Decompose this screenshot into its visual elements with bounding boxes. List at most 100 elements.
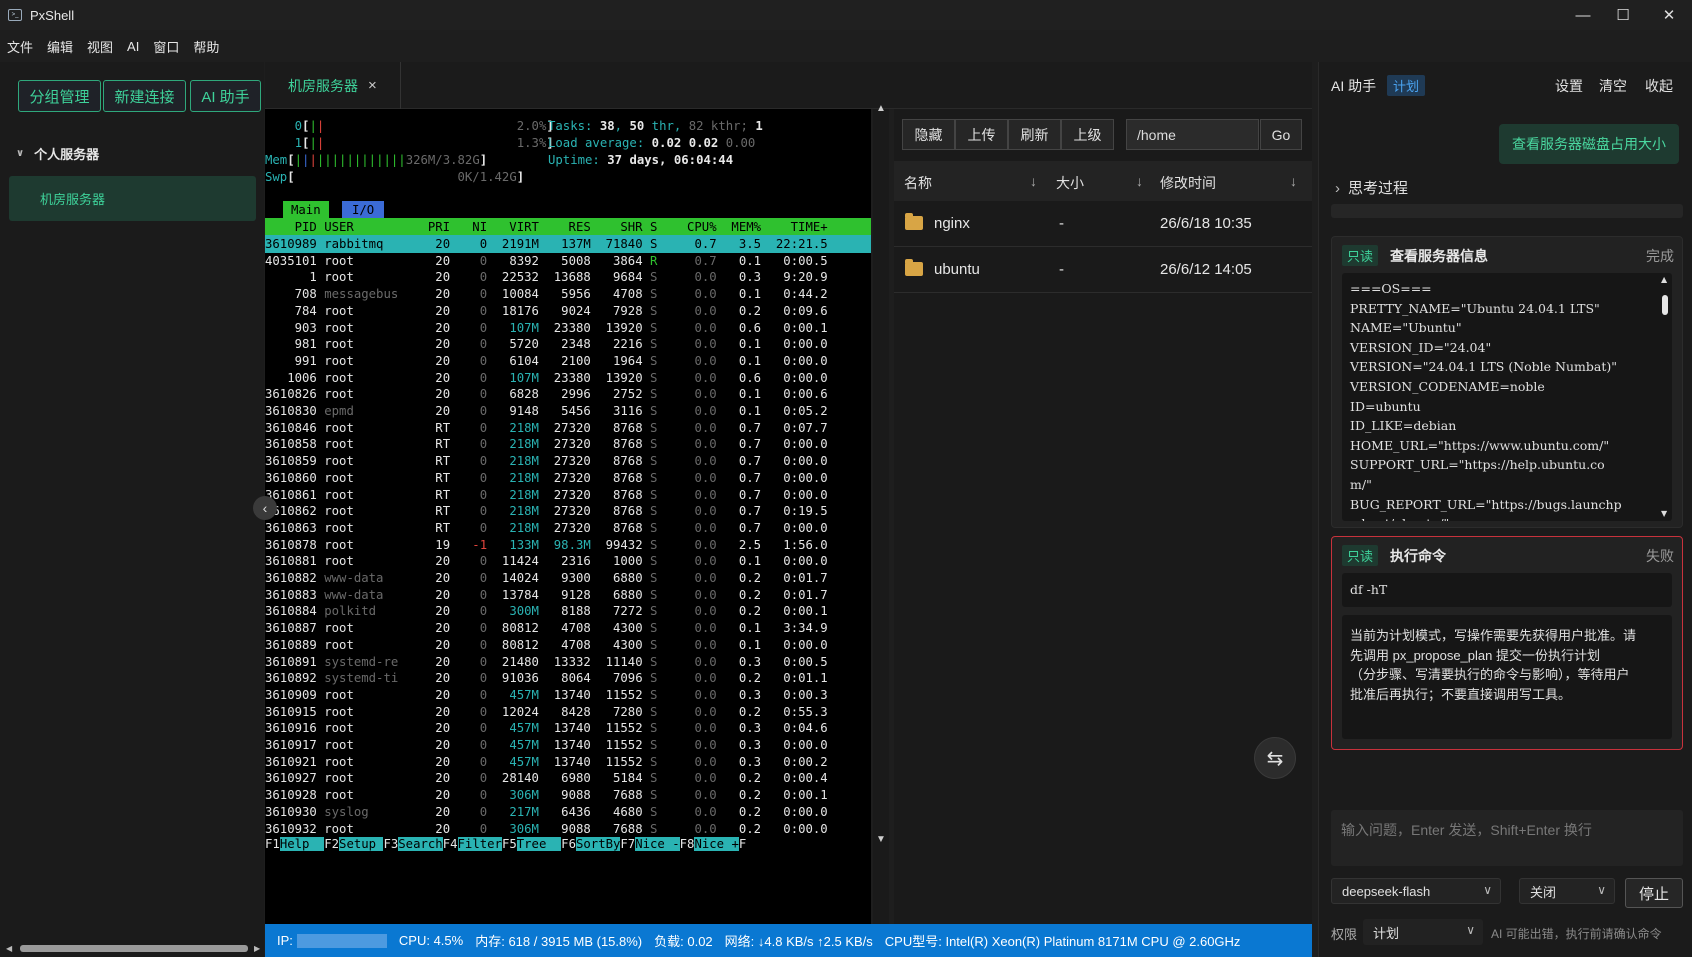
- process-row[interactable]: 991 root 20 0 6104 2100 1964 S 0.0 0.1 0…: [265, 352, 835, 370]
- fkey-label[interactable]: Setup: [339, 837, 384, 851]
- scroll-up-icon[interactable]: ▲: [876, 103, 886, 114]
- sort-mtime-icon[interactable]: ↓: [1290, 173, 1297, 189]
- scrollbar-thumb[interactable]: [20, 945, 248, 952]
- fkey-label[interactable]: Help: [279, 837, 325, 851]
- process-row[interactable]: 3610915 root 20 0 12024 8428 7280 S 0.0 …: [265, 703, 835, 721]
- sort-name-icon[interactable]: ↓: [1030, 173, 1037, 189]
- close-tab-icon[interactable]: ×: [368, 77, 377, 94]
- chat-input[interactable]: 输入问题，Enter 发送，Shift+Enter 换行: [1331, 810, 1683, 866]
- col-size[interactable]: 大小: [1056, 173, 1084, 193]
- tab-server[interactable]: 机房服务器 ×: [265, 62, 401, 109]
- tool-card-header[interactable]: 只读 执行命令 失败: [1332, 537, 1684, 571]
- collapse-sidebar-icon[interactable]: ‹: [253, 496, 277, 520]
- process-row[interactable]: 3610858 root RT 0 218M 27320 8768 S 0.0 …: [265, 435, 835, 453]
- path-input[interactable]: /home: [1126, 119, 1259, 150]
- menu-view[interactable]: 视图: [87, 37, 113, 56]
- fkey[interactable]: F8: [680, 837, 695, 851]
- col-mtime[interactable]: 修改时间: [1160, 173, 1216, 193]
- process-row[interactable]: 3610881 root 20 0 11424 2316 1000 S 0.0 …: [265, 552, 835, 570]
- file-row[interactable]: ubuntu - 26/6/12 14:05: [894, 247, 1312, 293]
- fkey[interactable]: F5: [502, 837, 517, 851]
- fkey-label[interactable]: Nice +: [694, 837, 739, 851]
- tool-card-header[interactable]: 只读 查看服务器信息 完成: [1332, 237, 1684, 271]
- process-row[interactable]: 3610989 rabbitmq 20 0 2191M 137M 71840 S…: [265, 235, 871, 253]
- process-row[interactable]: 3610882 www-data 20 0 14024 9300 6880 S …: [265, 569, 835, 587]
- process-row[interactable]: 3610861 root RT 0 218M 27320 8768 S 0.0 …: [265, 486, 835, 504]
- terminal-scrollbar[interactable]: ▲ ▼: [873, 103, 889, 924]
- process-row[interactable]: 3610830 epmd 20 0 9148 5456 3116 S 0.0 0…: [265, 402, 835, 420]
- process-row[interactable]: 3610846 root RT 0 218M 27320 8768 S 0.0 …: [265, 419, 835, 437]
- group-manage-button[interactable]: 分组管理: [18, 80, 101, 112]
- ai-assistant-button[interactable]: AI 助手: [190, 80, 261, 112]
- parent-dir-button[interactable]: 上级: [1061, 119, 1114, 150]
- process-row[interactable]: 3610930 syslog 20 0 217M 6436 4680 S 0.0…: [265, 803, 835, 821]
- process-row[interactable]: 3610916 root 20 0 457M 13740 11552 S 0.0…: [265, 719, 835, 737]
- scroll-down-icon[interactable]: ▼: [1661, 509, 1667, 518]
- process-row[interactable]: 3610927 root 20 0 28140 6980 5184 S 0.0 …: [265, 769, 835, 787]
- process-row[interactable]: 3610862 root RT 0 218M 27320 8768 S 0.0 …: [265, 502, 835, 520]
- terminal[interactable]: 0[|| 2.0%] 1[|| 1.3%] Mem[||||||||||||||…: [265, 109, 871, 924]
- clear-button[interactable]: 清空: [1599, 76, 1627, 96]
- horizontal-scrollbar[interactable]: ◀ ▶: [0, 940, 264, 957]
- fkey[interactable]: F7: [620, 837, 635, 851]
- menu-file[interactable]: 文件: [7, 37, 33, 56]
- menu-ai[interactable]: AI: [127, 39, 139, 54]
- htop-tab-io[interactable]: I/O: [342, 201, 385, 218]
- fkey-label[interactable]: Nice -: [635, 837, 680, 851]
- server-group-header[interactable]: ∨ 个人服务器: [16, 144, 99, 163]
- toggle-select[interactable]: 关闭 ∨: [1519, 878, 1615, 904]
- new-connection-button[interactable]: 新建连接: [103, 80, 186, 112]
- menu-window[interactable]: 窗口: [153, 37, 179, 56]
- sidebar-item-server[interactable]: 机房服务器: [9, 176, 256, 221]
- scrollbar-thumb[interactable]: [1662, 295, 1668, 315]
- settings-button[interactable]: 设置: [1555, 76, 1583, 96]
- fkey[interactable]: F: [739, 837, 746, 851]
- refresh-button[interactable]: 刷新: [1008, 119, 1061, 150]
- close-icon[interactable]: ✕: [1646, 0, 1692, 30]
- process-row[interactable]: 3610921 root 20 0 457M 13740 11552 S 0.0…: [265, 753, 835, 771]
- process-row[interactable]: 3610826 root 20 0 6828 2996 2752 S 0.0 0…: [265, 385, 835, 403]
- fkey-label[interactable]: Search: [398, 837, 443, 851]
- scroll-down-icon[interactable]: ▼: [876, 834, 886, 845]
- scroll-up-icon[interactable]: ▲: [1661, 275, 1667, 284]
- process-row[interactable]: 1 root 20 0 22532 13688 9684 S 0.0 0.3 9…: [265, 268, 835, 286]
- col-name[interactable]: 名称: [904, 173, 932, 193]
- process-row[interactable]: 4035101 root 20 0 8392 5008 3864 R 0.7 0…: [265, 252, 835, 270]
- process-row[interactable]: 3610889 root 20 0 80812 4708 4300 S 0.0 …: [265, 636, 835, 654]
- output-scrollbar[interactable]: ▲ ▼: [1658, 273, 1672, 521]
- process-row[interactable]: 3610884 polkitd 20 0 300M 8188 7272 S 0.…: [265, 602, 835, 620]
- fkey[interactable]: F1: [265, 837, 280, 851]
- menu-edit[interactable]: 编辑: [47, 37, 73, 56]
- maximize-icon[interactable]: ☐: [1600, 0, 1646, 30]
- fkey[interactable]: F4: [443, 837, 458, 851]
- fkey[interactable]: F6: [561, 837, 576, 851]
- process-row[interactable]: 1006 root 20 0 107M 23380 13920 S 0.0 0.…: [265, 369, 835, 387]
- process-row[interactable]: 3610892 systemd-ti 20 0 91036 8064 7096 …: [265, 669, 835, 687]
- process-row[interactable]: 3610859 root RT 0 218M 27320 8768 S 0.0 …: [265, 452, 835, 470]
- permission-select[interactable]: 计划 ∨: [1363, 919, 1483, 945]
- process-row[interactable]: 3610863 root RT 0 218M 27320 8768 S 0.0 …: [265, 519, 835, 537]
- process-row[interactable]: 981 root 20 0 5720 2348 2216 S 0.0 0.1 0…: [265, 335, 835, 353]
- htop-tab-main[interactable]: Main: [283, 201, 329, 218]
- fkey[interactable]: F3: [383, 837, 398, 851]
- process-row[interactable]: 784 root 20 0 18176 9024 7928 S 0.0 0.2 …: [265, 302, 835, 320]
- process-row[interactable]: 3610917 root 20 0 457M 13740 11552 S 0.0…: [265, 736, 835, 754]
- fkey[interactable]: F2: [324, 837, 339, 851]
- file-row[interactable]: nginx - 26/6/18 10:35: [894, 201, 1312, 247]
- scroll-right-icon[interactable]: ▶: [254, 944, 260, 953]
- upload-button[interactable]: 上传: [955, 119, 1008, 150]
- process-row[interactable]: 708 messagebus 20 0 10084 5956 4708 S 0.…: [265, 285, 835, 303]
- process-row[interactable]: 3610909 root 20 0 457M 13740 11552 S 0.0…: [265, 686, 835, 704]
- process-row[interactable]: 3610878 root 19 -1 133M 98.3M 99432 S 0.…: [265, 536, 835, 554]
- fkey-label[interactable]: SortBy: [575, 837, 621, 851]
- go-button[interactable]: Go: [1260, 119, 1302, 150]
- sort-size-icon[interactable]: ↓: [1136, 173, 1143, 189]
- process-row[interactable]: 3610860 root RT 0 218M 27320 8768 S 0.0 …: [265, 469, 835, 487]
- fkey-label[interactable]: Tree: [516, 837, 562, 851]
- process-row[interactable]: 3610883 www-data 20 0 13784 9128 6880 S …: [265, 586, 835, 604]
- model-select[interactable]: deepseek-flash ∨: [1331, 878, 1501, 904]
- scroll-left-icon[interactable]: ◀: [6, 944, 12, 953]
- stop-button[interactable]: 停止: [1625, 878, 1683, 908]
- thinking-toggle[interactable]: › 思考过程: [1335, 177, 1408, 198]
- process-row[interactable]: 3610928 root 20 0 306M 9088 7688 S 0.0 0…: [265, 786, 835, 804]
